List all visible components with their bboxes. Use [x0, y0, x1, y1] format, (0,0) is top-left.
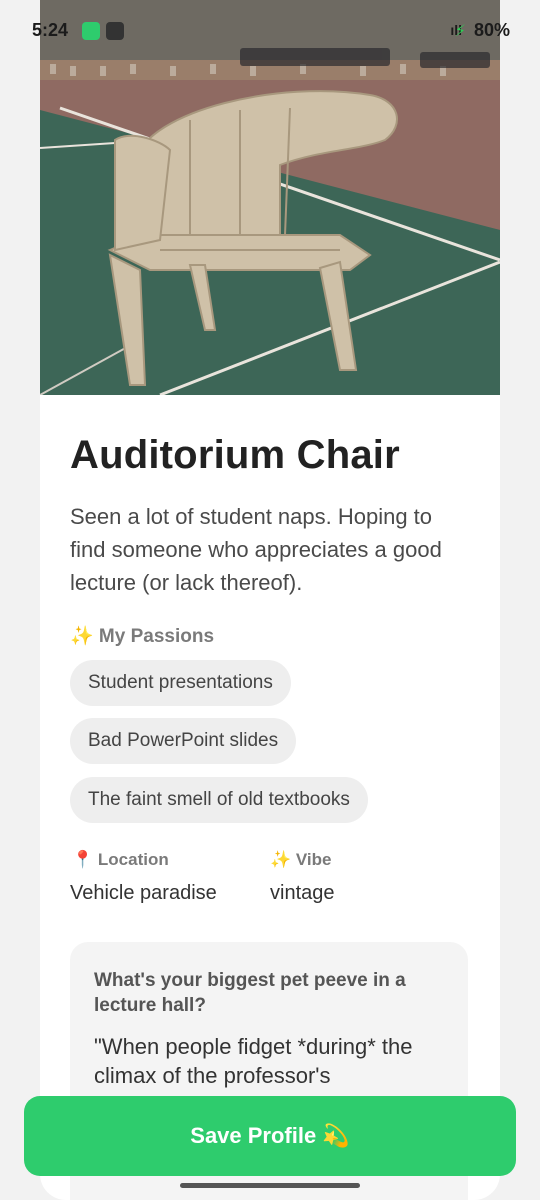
location-label-text: Location	[97, 850, 169, 869]
location-label: 📍 Location	[72, 850, 169, 870]
app-notification-icon	[106, 22, 124, 40]
passions-heading: ✨ My Passions	[70, 626, 215, 647]
app-notification-icon	[82, 22, 100, 40]
profile-name: Auditorium Chair	[70, 433, 400, 477]
location-value: Vehicle paradise	[70, 882, 217, 904]
charging-icon: ⚡	[454, 23, 466, 40]
status-time: 5:24	[32, 20, 69, 40]
profile-bio: Seen a lot of student naps. Hoping to fi…	[70, 504, 442, 595]
status-bar: 5:24 ıll ⚡ 80%	[0, 0, 540, 60]
vibe-label: ✨ Vibe	[270, 850, 332, 869]
vibe-value: vintage	[270, 882, 335, 904]
battery-level: 80%	[473, 20, 510, 40]
pin-icon: 📍	[72, 850, 94, 869]
passion-chip[interactable]: Student presentations	[70, 660, 291, 706]
profile-card: Auditorium Chair Seen a lot of student n…	[40, 0, 500, 1200]
passion-chip[interactable]: The faint smell of old textbooks	[70, 777, 368, 823]
save-profile-button[interactable]: Save Profile 💫	[24, 1096, 516, 1176]
prompt-answer: "When people fidget *during* the climax …	[94, 1034, 413, 1088]
prompt-question: What's your biggest pet peeve in a lectu…	[94, 970, 406, 1016]
home-indicator[interactable]	[180, 1183, 360, 1188]
passion-chip[interactable]: Bad PowerPoint slides	[70, 718, 297, 764]
